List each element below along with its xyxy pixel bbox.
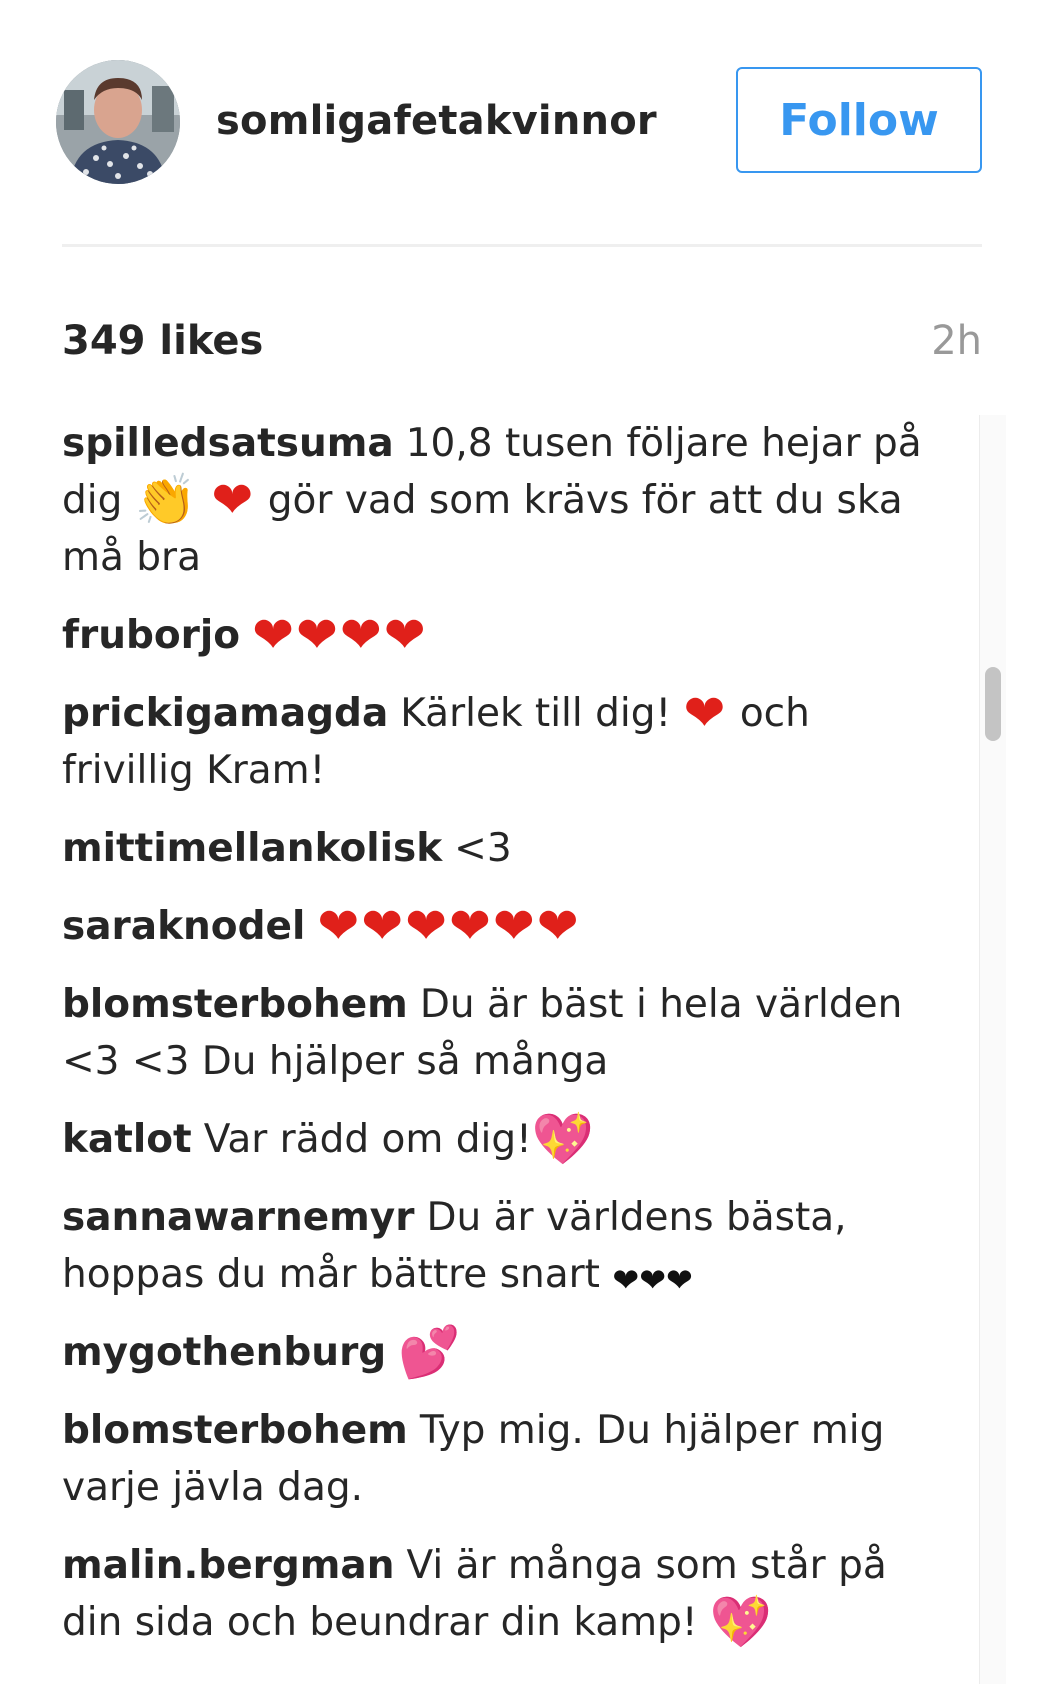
comment-author[interactable]: katlot <box>62 1117 192 1162</box>
header-divider <box>62 244 982 247</box>
comment-author[interactable]: mygothenburg <box>62 1330 386 1375</box>
likes-count[interactable]: 349 likes <box>62 316 263 366</box>
comment-author[interactable]: saraknodel <box>62 904 305 949</box>
heart-emoji-icon: ❤ <box>683 684 728 742</box>
comments-scroll-area[interactable]: spilledsatsuma 10,8 tusen följare hejar p… <box>0 415 1012 1684</box>
comments-list: spilledsatsuma 10,8 tusen följare hejar p… <box>62 415 942 1672</box>
comment-item: blomsterbohem Typ mig. Du hjälper mig var… <box>62 1402 942 1516</box>
comment-author[interactable]: mittimellankolisk <box>62 826 442 871</box>
comment-item: prickigamagda Kärlek till dig! ❤ och friv… <box>62 685 942 799</box>
comment-item: katlot Var rädd om dig!💖 <box>62 1111 942 1168</box>
heart-emoji-icon: ❤❤❤❤ <box>252 606 428 664</box>
comment-item: sannawarnemyr Du är världens bästa, hoppa… <box>62 1189 942 1303</box>
heart-emoji-icon: ❤❤❤ <box>612 1261 693 1299</box>
comment-item: saraknodel ❤❤❤❤❤❤ <box>62 898 942 955</box>
comment-author[interactable]: fruborjo <box>62 613 240 658</box>
profile-photo-icon <box>56 60 180 184</box>
post-timestamp[interactable]: 2h <box>931 316 982 366</box>
comment-author[interactable]: sannawarnemyr <box>62 1195 414 1240</box>
follow-button[interactable]: Follow <box>736 67 982 173</box>
avatar[interactable] <box>56 60 180 184</box>
comment-item: fruborjo ❤❤❤❤ <box>62 607 942 664</box>
post-header: somligafetakvinnor Follow <box>0 0 1058 245</box>
heart-emoji-icon: ❤ <box>211 471 256 529</box>
comment-text: Kärlek till dig! <box>400 691 684 736</box>
heart-emoji-icon: 💖 <box>709 1593 775 1651</box>
comment-author[interactable]: blomsterbohem <box>62 1408 408 1453</box>
comment-item: spilledsatsuma 10,8 tusen följare hejar p… <box>62 415 942 586</box>
comment-text <box>199 478 211 523</box>
comment-text: Var rädd om dig! <box>203 1117 532 1162</box>
comment-author[interactable]: prickigamagda <box>62 691 388 736</box>
scrollbar-thumb[interactable] <box>985 667 1001 741</box>
comment-author[interactable]: spilledsatsuma <box>62 421 394 466</box>
comments-scrollbar[interactable] <box>979 415 1006 1684</box>
post-author-username[interactable]: somligafetakvinnor <box>216 96 657 146</box>
heart-emoji-icon: 👏 <box>134 471 200 529</box>
comment-author[interactable]: malin.bergman <box>62 1543 395 1588</box>
comment-author[interactable]: blomsterbohem <box>62 982 408 1027</box>
comment-item: mygothenburg 💕 <box>62 1324 942 1381</box>
heart-emoji-icon: ❤❤❤❤❤❤ <box>317 897 581 955</box>
heart-emoji-icon: 💕 <box>398 1323 463 1381</box>
comment-item: malin.bergman Vi är många som står på din… <box>62 1537 942 1651</box>
comment-item: blomsterbohem Du är bäst i hela världen <… <box>62 976 942 1090</box>
comment-text: <3 <box>454 826 512 871</box>
comment-item: mittimellankolisk <3 <box>62 820 942 877</box>
heart-emoji-icon: 💖 <box>531 1110 597 1168</box>
